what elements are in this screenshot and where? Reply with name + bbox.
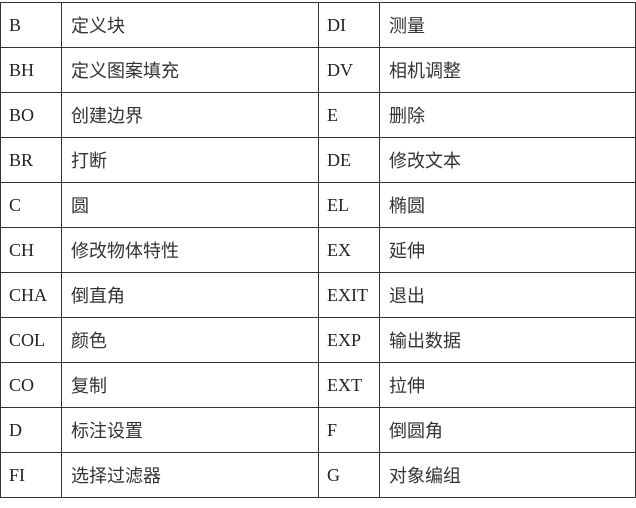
command-cell: EX (318, 227, 380, 273)
command-cell: BO (0, 92, 62, 138)
description-cell: 相机调整 (379, 47, 636, 93)
description-cell: 测量 (379, 2, 636, 48)
description-cell: 椭圆 (379, 182, 636, 228)
table-row: BO 创建边界 E 删除 (0, 92, 636, 138)
command-cell: DE (318, 137, 380, 183)
command-cell: CO (0, 362, 62, 408)
description-cell: 标注设置 (61, 407, 319, 453)
command-cell: F (318, 407, 380, 453)
table-row: B 定义块 DI 测量 (0, 2, 636, 48)
description-cell: 输出数据 (379, 317, 636, 363)
description-cell: 倒圆角 (379, 407, 636, 453)
command-cell: EL (318, 182, 380, 228)
description-cell: 拉伸 (379, 362, 636, 408)
table-row: FI 选择过滤器 G 对象编组 (0, 452, 636, 498)
table-row: BR 打断 DE 修改文本 (0, 137, 636, 183)
command-cell: BR (0, 137, 62, 183)
description-cell: 圆 (61, 182, 319, 228)
description-cell: 定义图案填充 (61, 47, 319, 93)
table-row: CO 复制 EXT 拉伸 (0, 362, 636, 408)
command-cell: COL (0, 317, 62, 363)
table-row: C 圆 EL 椭圆 (0, 182, 636, 228)
command-cell: DV (318, 47, 380, 93)
command-cell: C (0, 182, 62, 228)
command-cell: DI (318, 2, 380, 48)
command-cell: D (0, 407, 62, 453)
description-cell: 倒直角 (61, 272, 319, 318)
command-cell: EXIT (318, 272, 380, 318)
command-cell: BH (0, 47, 62, 93)
description-cell: 颜色 (61, 317, 319, 363)
description-cell: 删除 (379, 92, 636, 138)
table-row: CH 修改物体特性 EX 延伸 (0, 227, 636, 273)
description-cell: 退出 (379, 272, 636, 318)
table-row: BH 定义图案填充 DV 相机调整 (0, 47, 636, 93)
command-cell: CHA (0, 272, 62, 318)
command-cell: B (0, 2, 62, 48)
command-cell: CH (0, 227, 62, 273)
description-cell: 选择过滤器 (61, 452, 319, 498)
description-cell: 对象编组 (379, 452, 636, 498)
table-row: COL 颜色 EXP 输出数据 (0, 317, 636, 363)
command-cell: E (318, 92, 380, 138)
description-cell: 复制 (61, 362, 319, 408)
command-cell: EXT (318, 362, 380, 408)
description-cell: 定义块 (61, 2, 319, 48)
description-cell: 延伸 (379, 227, 636, 273)
table-row: CHA 倒直角 EXIT 退出 (0, 272, 636, 318)
description-cell: 打断 (61, 137, 319, 183)
description-cell: 修改文本 (379, 137, 636, 183)
description-cell: 创建边界 (61, 92, 319, 138)
command-cell: G (318, 452, 380, 498)
command-cell: FI (0, 452, 62, 498)
command-table: B 定义块 DI 测量 BH 定义图案填充 DV 相机调整 BO 创建边界 E 删除 BR 打断 DE 修改文… (0, 2, 636, 498)
description-cell: 修改物体特性 (61, 227, 319, 273)
table-row: D 标注设置 F 倒圆角 (0, 407, 636, 453)
command-cell: EXP (318, 317, 380, 363)
